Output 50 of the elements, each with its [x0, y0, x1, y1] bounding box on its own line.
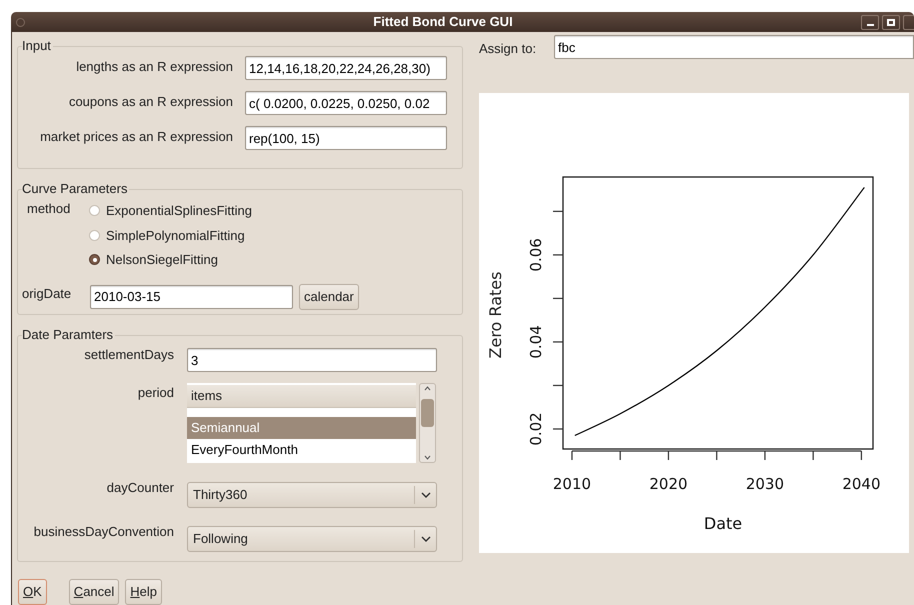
- assign-field[interactable]: fbc: [554, 35, 914, 59]
- method-label: method: [27, 200, 72, 218]
- dialog-button[interactable]: Cancel: [68, 579, 120, 605]
- field-label: lengths as an R expression: [75, 58, 233, 76]
- y-tick-label: 0.04: [527, 325, 545, 359]
- dropdown[interactable]: Thirty360: [187, 482, 437, 508]
- dialog-button[interactable]: OK: [18, 579, 47, 605]
- calendar-button[interactable]: calendar: [299, 284, 359, 310]
- dialog-button[interactable]: Help: [125, 579, 162, 605]
- radio-option[interactable]: NelsonSiegelFitting: [89, 250, 252, 270]
- window-title: Fitted Bond Curve GUI: [372, 13, 514, 32]
- orig-date-label: origDate: [22, 284, 72, 303]
- radio-button[interactable]: [89, 205, 100, 216]
- radio-button[interactable]: [89, 230, 100, 241]
- chevron-down-icon: [420, 492, 430, 498]
- radio-option[interactable]: SimplePolynomialFitting: [89, 226, 252, 245]
- dropdown-value: Thirty360: [192, 486, 248, 504]
- x-tick-label: 2020: [649, 475, 688, 493]
- expression-field[interactable]: c( 0.0200, 0.0225, 0.0250, 0.02: [245, 91, 447, 115]
- x-tick-label: 2010: [552, 475, 592, 493]
- group-title: Input: [22, 38, 53, 54]
- field-label: coupons as an R expression: [68, 93, 233, 111]
- scroll-down-icon[interactable]: [424, 455, 431, 460]
- dropdown-value: Following: [192, 530, 249, 548]
- field-label: period: [136, 384, 174, 402]
- close-button[interactable]: [903, 14, 914, 30]
- x-tick-label: 2030: [746, 475, 784, 493]
- expression-field[interactable]: rep(100, 15): [245, 126, 447, 150]
- assign-label: Assign to:: [479, 40, 538, 58]
- y-tick-label: 0.02: [527, 412, 545, 446]
- list-header[interactable]: items: [187, 385, 416, 408]
- scrollbar[interactable]: [419, 383, 436, 463]
- chevron-down-icon: [420, 536, 430, 542]
- minimize-button[interactable]: [861, 14, 879, 30]
- y-axis-title: Zero Rates: [486, 272, 505, 358]
- y-tick-label: 0.06: [527, 238, 545, 272]
- maximize-button[interactable]: [882, 14, 900, 30]
- date-field[interactable]: 2010-03-15: [90, 284, 293, 308]
- expression-field[interactable]: 12,14,16,18,20,22,24,26,28,30): [245, 56, 447, 80]
- dropdown[interactable]: Following: [187, 526, 437, 552]
- settlement-days-field[interactable]: 3: [187, 348, 437, 372]
- field-label: market prices as an R expression: [39, 128, 233, 146]
- field-label: businessDayConvention: [32, 523, 174, 541]
- x-axis-title: Date: [704, 514, 742, 533]
- scroll-up-icon[interactable]: [424, 386, 431, 391]
- x-tick-label: 2040: [842, 475, 881, 493]
- field-label: dayCounter: [106, 479, 174, 497]
- radio-button[interactable]: [89, 254, 100, 266]
- field-label: settlementDays: [83, 346, 174, 364]
- radio-option[interactable]: ExponentialSplinesFitting: [89, 201, 252, 220]
